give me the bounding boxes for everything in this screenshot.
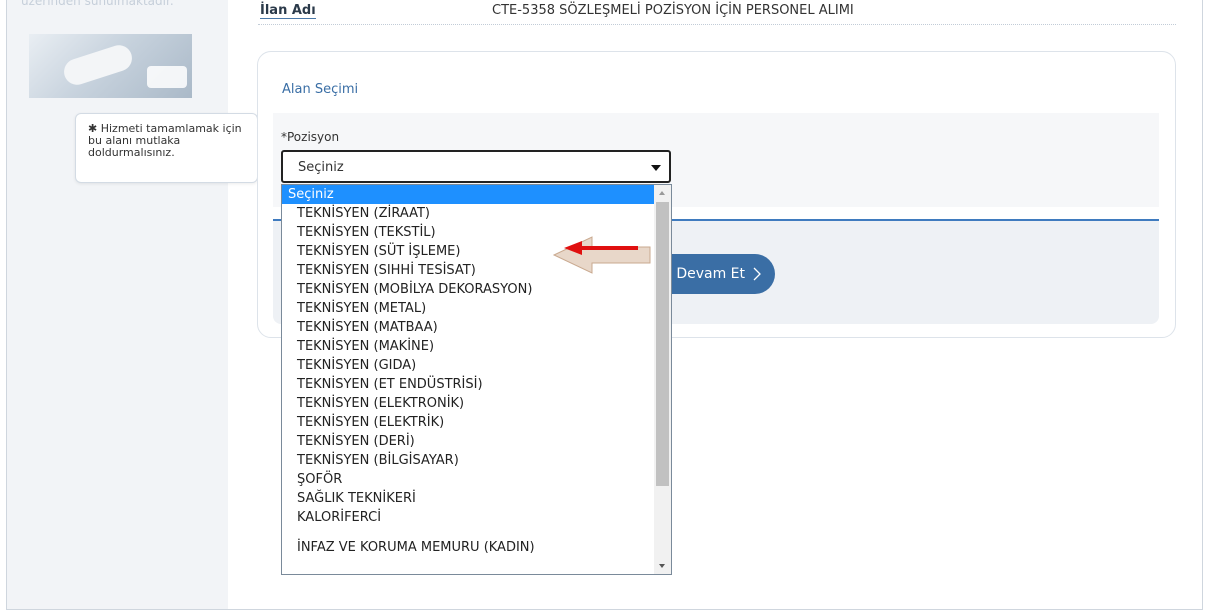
listing-name-label: İlan Adı (260, 3, 316, 19)
dropdown-option[interactable]: SAĞLIK TEKNİKERİ (282, 489, 654, 508)
dropdown-option[interactable]: TEKNİSYEN (GIDA) (282, 356, 654, 375)
chevron-right-icon (753, 267, 761, 281)
continue-label: Devam Et (676, 266, 745, 282)
scrollbar[interactable] (654, 185, 671, 574)
caret-down-icon (651, 165, 661, 171)
device-graphic (147, 66, 187, 88)
sidebar-text: üzerinden sunulmaktadır. (21, 0, 174, 8)
listing-name-value: CTE-5358 SÖZLEŞMELİ POZİSYON İÇİN PERSON… (492, 3, 854, 18)
dropdown-option[interactable]: TEKNİSYEN (ELEKTRONİK) (282, 394, 654, 413)
dropdown-option[interactable]: TEKNİSYEN (METAL) (282, 299, 654, 318)
dropdown-option[interactable]: TEKNİSYEN (MAKİNE) (282, 337, 654, 356)
dropdown-option[interactable]: KALORİFERCİ (282, 508, 654, 527)
dropdown-option[interactable]: TEKNİSYEN (MOBİLYA DEKORASYON) (282, 280, 654, 299)
section-title: Alan Seçimi (282, 82, 359, 97)
dropdown-option[interactable]: ŞOFÖR (282, 470, 654, 489)
listing-name-row: İlan Adı CTE-5358 SÖZLEŞMELİ POZİSYON İÇ… (258, 0, 1176, 25)
option-separator (282, 527, 654, 538)
dropdown-option[interactable]: TEKNİSYEN (ZİRAAT) (282, 204, 654, 223)
dropdown-option[interactable]: TEKNİSYEN (ET ENDÜSTRİSİ) (282, 375, 654, 394)
sidebar: üzerinden sunulmaktadır. (7, 0, 228, 609)
position-label: *Pozisyon (281, 130, 340, 144)
select-value: Seçiniz (298, 160, 344, 175)
promo-image[interactable] (29, 34, 192, 98)
dropdown-option[interactable]: TEKNİSYEN (BİLGİSAYAR) (282, 451, 654, 470)
dropdown-option[interactable]: İNFAZ VE KORUMA MEMURU (KADIN) (282, 538, 654, 557)
dropdown-option[interactable]: TEKNİSYEN (DERİ) (282, 432, 654, 451)
tooltip-text: Hizmeti tamamlamak için bu alanı mutlaka… (88, 122, 242, 159)
annotation-arrow-icon (552, 236, 651, 274)
dropdown-option[interactable]: Seçiniz (282, 185, 654, 204)
dropdown-option[interactable]: TEKNİSYEN (MATBAA) (282, 318, 654, 337)
position-select[interactable]: Seçiniz (281, 150, 671, 183)
scroll-thumb[interactable] (656, 202, 669, 486)
required-field-tooltip: ✱ Hizmeti tamamlamak için bu alanı mutla… (75, 113, 258, 183)
scroll-up-icon[interactable] (659, 191, 665, 195)
hand-graphic (60, 41, 136, 89)
dropdown-option[interactable]: TEKNİSYEN (ELEKTRİK) (282, 413, 654, 432)
scroll-down-icon[interactable] (659, 564, 665, 568)
